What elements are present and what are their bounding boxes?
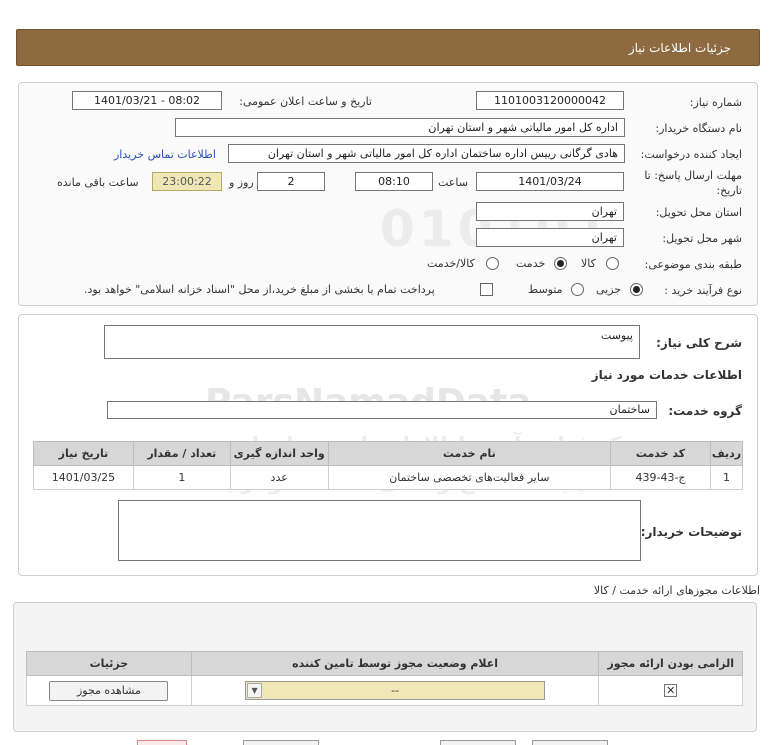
cell-details: مشاهده مجوز xyxy=(26,675,192,706)
province-label: استان محل تحویل: xyxy=(655,206,742,219)
deadline-time-field: 08:10 xyxy=(355,172,433,191)
th-permit-required: الزامی بودن ارائه مجوز xyxy=(598,651,743,676)
category-label: طبقه بندی موضوعی: xyxy=(644,258,742,271)
th-service-code: کد خدمت xyxy=(610,441,711,466)
bottom-button-1[interactable] xyxy=(137,740,187,745)
permits-table: جزئیات اعلام وضعیت مجوز توسط تامین کننده… xyxy=(26,651,743,706)
table-row: 1401/03/25 1 عدد سایر فعالیت‌های تخصصی س… xyxy=(33,465,744,490)
process-label: نوع فرآیند خرید : xyxy=(664,284,742,297)
page-title: جزئیات اطلاعات نیاز xyxy=(628,41,731,55)
service-group-field: ساختمان xyxy=(107,401,657,419)
cell-service-name: سایر فعالیت‌های تخصصی ساختمان xyxy=(327,465,612,490)
requester-field: هادی گرگانی رییس اداره ساختمان اداره کل … xyxy=(228,144,625,163)
need-number-label: شماره نیاز: xyxy=(689,96,742,109)
process-radio-minor[interactable] xyxy=(630,283,643,296)
category-option-goods-service: کالا/خدمت xyxy=(427,257,475,270)
treasury-checkbox[interactable] xyxy=(480,283,493,296)
city-label: شهر محل تحویل: xyxy=(662,232,742,245)
buyer-org-field: اداره کل امور مالیاتی شهر و استان تهران xyxy=(175,118,625,137)
page-header: جزئیات اطلاعات نیاز xyxy=(16,29,760,66)
required-checkbox-icon: ✕ xyxy=(664,684,678,697)
permit-status-value: -- xyxy=(391,684,400,697)
th-details: جزئیات xyxy=(26,651,192,676)
th-service-name: نام خدمت xyxy=(327,441,612,466)
buyer-notes-label: توضیحات خریدار: xyxy=(640,525,742,539)
cell-quantity: 1 xyxy=(132,465,231,490)
permit-status-select[interactable]: -- ▼ xyxy=(245,681,546,700)
services-table: تاریخ نیاز تعداد / مقدار واحد اندازه گیر… xyxy=(33,441,744,490)
days-field: 2 xyxy=(257,172,325,191)
category-radio-service[interactable] xyxy=(554,257,567,270)
th-permit-status: اعلام وضعیت مجوز توسط تامین کننده xyxy=(190,651,600,676)
buyer-notes-field xyxy=(118,500,641,561)
view-permit-button[interactable]: مشاهده مجوز xyxy=(49,680,169,701)
bottom-button-3[interactable] xyxy=(440,740,516,745)
cell-permit-status: -- ▼ xyxy=(190,675,600,706)
process-option-minor: جزیی xyxy=(596,283,622,296)
announce-field: 1401/03/21 - 08:02 xyxy=(72,91,222,110)
category-radio-goods[interactable] xyxy=(606,257,619,270)
days-label: روز و xyxy=(229,176,254,189)
category-option-goods: کالا xyxy=(581,257,596,270)
th-need-date: تاریخ نیاز xyxy=(33,441,134,466)
buyer-contact-link[interactable]: اطلاعات تماس خریدار xyxy=(114,148,216,161)
permits-table-header: جزئیات اعلام وضعیت مجوز توسط تامین کننده… xyxy=(26,651,743,676)
process-radio-medium[interactable] xyxy=(571,283,584,296)
cell-unit: عدد xyxy=(229,465,329,490)
th-quantity: تعداد / مقدار xyxy=(132,441,231,466)
deadline-label: مهلت ارسال پاسخ: تا تاریخ: xyxy=(644,169,742,197)
services-title: اطلاعات خدمات مورد نیاز xyxy=(591,368,742,382)
deadline-date-field: 1401/03/24 xyxy=(476,172,624,191)
permits-title: اطلاعات مجوزهای ارائه خدمت / کالا xyxy=(593,584,760,597)
remaining-label: ساعت باقی مانده xyxy=(57,176,139,189)
requester-label: ایجاد کننده درخواست: xyxy=(640,148,742,161)
services-table-header: تاریخ نیاز تعداد / مقدار واحد اندازه گیر… xyxy=(33,441,744,466)
th-row: ردیف xyxy=(709,441,744,466)
process-option-medium: متوسط xyxy=(528,283,563,296)
deadline-time-label: ساعت xyxy=(438,176,468,189)
th-unit: واحد اندازه گیری xyxy=(229,441,329,466)
cell-row: 1 xyxy=(709,465,744,490)
buyer-org-label: نام دستگاه خریدار: xyxy=(655,122,742,135)
remaining-time-field: 23:00:22 xyxy=(152,172,222,191)
province-field: تهران xyxy=(476,202,624,221)
need-desc-field: پیوست xyxy=(104,325,640,359)
cell-permit-required: ✕ xyxy=(598,675,743,706)
treasury-note: پرداخت تمام یا بخشی از مبلغ خرید،از محل … xyxy=(84,283,435,296)
service-group-label: گروه خدمت: xyxy=(668,404,742,418)
bottom-button-2[interactable] xyxy=(243,740,319,745)
table-row: مشاهده مجوز -- ▼ ✕ xyxy=(26,675,743,706)
category-option-service: خدمت xyxy=(516,257,546,270)
bottom-button-4[interactable] xyxy=(532,740,608,745)
announce-label: تاریخ و ساعت اعلان عمومی: xyxy=(239,95,372,108)
city-field: تهران xyxy=(476,228,624,247)
cell-service-code: ج-43-439 xyxy=(610,465,711,490)
need-desc-label: شرح کلی نیاز: xyxy=(656,336,742,350)
category-radio-goods-service[interactable] xyxy=(486,257,499,270)
need-number-field: 1101003120000042 xyxy=(476,91,624,110)
cell-need-date: 1401/03/25 xyxy=(33,465,134,490)
dropdown-arrow-icon: ▼ xyxy=(247,683,263,698)
